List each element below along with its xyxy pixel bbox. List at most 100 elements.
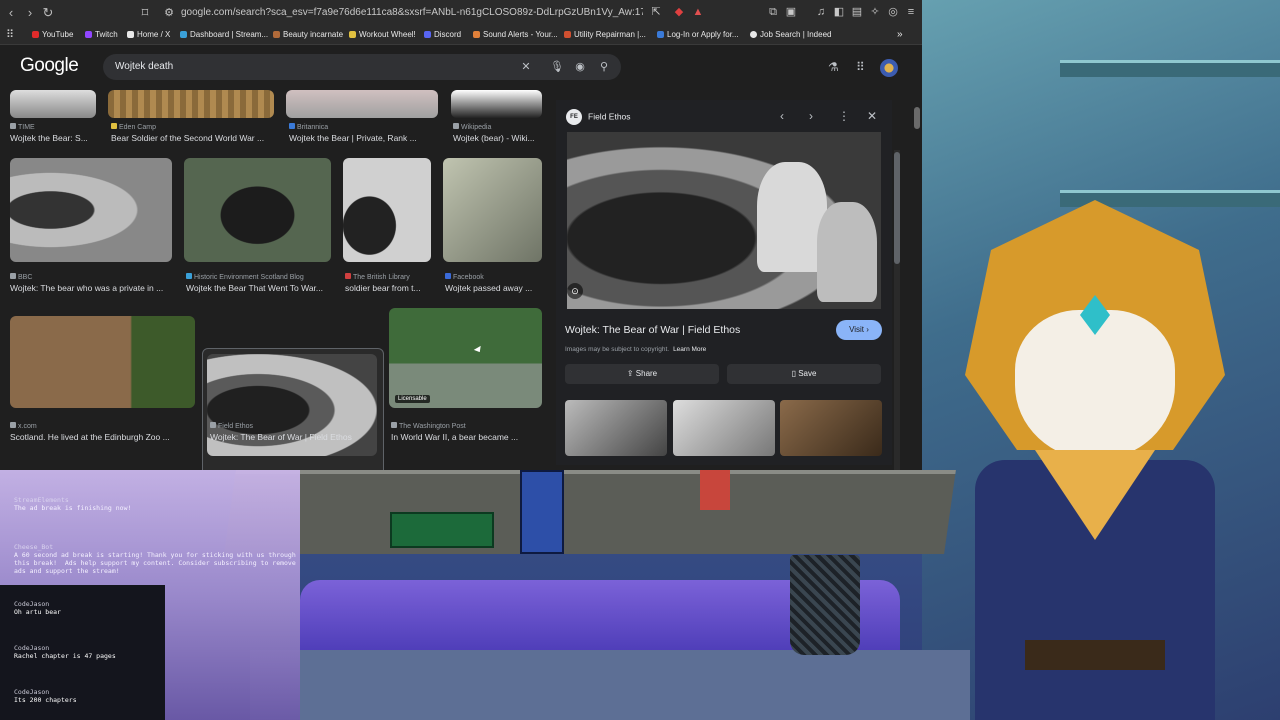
result-title[interactable]: Wojtek the Bear That Went To War... bbox=[186, 283, 334, 293]
result-photo bbox=[184, 158, 331, 262]
avatar[interactable] bbox=[880, 59, 898, 77]
result-title[interactable]: Wojtek: The bear who was a private in ..… bbox=[10, 283, 175, 293]
preview-title[interactable]: Wojtek: The Bear of War | Field Ethos bbox=[565, 324, 740, 336]
bookmark-icon: ▯ bbox=[791, 369, 796, 378]
robot-figure bbox=[520, 470, 564, 554]
search-box[interactable]: Wojtek death ✕ 🎙 ◉ ⚲ bbox=[103, 54, 621, 80]
music-icon[interactable]: ♫ bbox=[815, 6, 827, 18]
back-arrow-icon[interactable]: ‹ bbox=[3, 5, 19, 21]
chat-text: Its 200 chapters bbox=[14, 696, 77, 704]
result-title[interactable]: soldier bear from t... bbox=[345, 283, 435, 293]
image-result[interactable] bbox=[10, 90, 96, 118]
paw-icon bbox=[273, 31, 280, 38]
bookmark-beauty[interactable]: Beauty incarnate bbox=[273, 28, 343, 42]
google-logo[interactable]: Google bbox=[20, 55, 79, 77]
vpn-icon[interactable]: ◎ bbox=[887, 6, 899, 18]
bookmark-twitch[interactable]: Twitch bbox=[85, 28, 118, 42]
bookmark-discord[interactable]: Discord bbox=[424, 28, 461, 42]
rewards-icon[interactable]: ▲ bbox=[692, 6, 704, 18]
result-title[interactable]: Bear Soldier of the Second World War ... bbox=[111, 133, 276, 143]
result-photo bbox=[443, 158, 542, 262]
star-icon[interactable]: ✧ bbox=[869, 6, 881, 18]
result-title[interactable]: Wojtek: The Bear of War | Field Ethos bbox=[210, 432, 380, 442]
more-options-icon[interactable]: ⋮ bbox=[838, 110, 850, 122]
wallet-icon[interactable]: ▣ bbox=[785, 6, 797, 18]
sidebar-icon[interactable]: ◧ bbox=[833, 6, 845, 18]
url-field[interactable]: google.com/search?sca_esv=f7a9e76d6e111c… bbox=[181, 4, 643, 22]
result-title[interactable]: Scotland. He lived at the Edinburgh Zoo … bbox=[10, 432, 190, 442]
brave-shield-icon[interactable]: ◆ bbox=[673, 6, 685, 18]
search-input[interactable]: Wojtek death bbox=[115, 54, 173, 80]
image-result[interactable] bbox=[343, 158, 431, 262]
bookmark-label: YouTube bbox=[42, 30, 74, 39]
result-title[interactable]: In World War II, a bear became ... bbox=[391, 432, 543, 442]
related-image[interactable] bbox=[780, 400, 882, 456]
save-button[interactable]: ▯ Save bbox=[727, 364, 881, 384]
previous-icon[interactable]: ‹ bbox=[780, 110, 784, 122]
image-result[interactable]: Licensable bbox=[389, 308, 542, 408]
source-label: x.com bbox=[18, 423, 37, 430]
close-icon[interactable]: ✕ bbox=[867, 110, 877, 122]
bookmark-x[interactable]: Home / X bbox=[127, 28, 170, 42]
bookmark-dashboard[interactable]: Dashboard | Stream... bbox=[180, 28, 268, 42]
image-result[interactable] bbox=[10, 158, 172, 262]
preview-image[interactable] bbox=[567, 132, 881, 309]
image-result[interactable] bbox=[443, 158, 542, 262]
extension-icon[interactable]: ⧉ bbox=[767, 6, 779, 18]
lens-search-icon[interactable]: ⊙ bbox=[567, 283, 583, 299]
apps-grid-icon[interactable]: ⠿ bbox=[4, 29, 16, 41]
next-icon[interactable]: › bbox=[809, 110, 813, 122]
flask-icon[interactable]: ⚗ bbox=[828, 61, 839, 73]
bookmark-label: Utility Repairman |... bbox=[574, 30, 646, 39]
close-icon[interactable]: ✕ bbox=[520, 61, 532, 73]
image-result[interactable] bbox=[184, 158, 331, 262]
camera-lens-icon[interactable]: ◉ bbox=[574, 61, 586, 73]
source-label: Wikipedia bbox=[461, 124, 492, 131]
visit-button[interactable]: Visit › bbox=[836, 320, 882, 340]
site-favicon bbox=[210, 422, 216, 428]
bookmark-utility[interactable]: Utility Repairman |... bbox=[564, 28, 646, 42]
related-image[interactable] bbox=[673, 400, 775, 456]
bookmark-login[interactable]: Log-In or Apply for... bbox=[657, 28, 739, 42]
scrollbar-thumb[interactable] bbox=[894, 152, 900, 264]
microphone-icon[interactable]: 🎙 bbox=[550, 61, 564, 73]
source-label: Field Ethos bbox=[218, 423, 254, 430]
search-icon[interactable]: ⚲ bbox=[598, 61, 610, 73]
bookmark-label: Job Search | Indeed bbox=[760, 30, 832, 39]
share-button[interactable]: ⇪ Share bbox=[565, 364, 719, 384]
reload-icon[interactable]: ↻ bbox=[40, 5, 56, 21]
bookmark-icon[interactable]: ⌑ bbox=[137, 5, 153, 21]
chat-message: CodeJason Oh artu bear bbox=[14, 600, 61, 616]
grid-icon[interactable]: ⠿ bbox=[856, 61, 865, 73]
image-result[interactable] bbox=[451, 90, 542, 118]
menu-icon[interactable]: ≡ bbox=[905, 6, 917, 18]
browser-window: ‹ › ↻ ⌑ ⚙ google.com/search?sca_esv=f7a9… bbox=[0, 0, 922, 470]
chat-username: CodeJason bbox=[14, 688, 50, 696]
panel-scrollbar[interactable] bbox=[894, 150, 900, 470]
window-icon[interactable]: ▤ bbox=[851, 6, 863, 18]
related-image[interactable] bbox=[565, 400, 667, 456]
learn-more-link[interactable]: Learn More bbox=[673, 346, 706, 353]
result-source: The Washington Post bbox=[391, 422, 466, 430]
panel-source[interactable]: FE Field Ethos bbox=[566, 109, 631, 125]
forward-arrow-icon[interactable]: › bbox=[22, 5, 38, 21]
image-result[interactable] bbox=[286, 90, 438, 118]
result-title[interactable]: Wojtek the Bear: S... bbox=[10, 133, 100, 143]
result-title[interactable]: Wojtek the Bear | Private, Rank ... bbox=[289, 133, 439, 143]
result-title[interactable]: Wojtek passed away ... bbox=[445, 283, 545, 293]
bookmark-indeed[interactable]: Job Search | Indeed bbox=[750, 28, 831, 42]
result-title[interactable]: Wojtek (bear) - Wiki... bbox=[453, 133, 545, 143]
site-info-icon[interactable]: ⚙ bbox=[163, 7, 175, 19]
site-favicon bbox=[345, 273, 351, 279]
more-bookmarks-icon[interactable]: » bbox=[897, 28, 903, 42]
external-link-icon[interactable]: ⇱ bbox=[650, 6, 662, 18]
page-scrollbar[interactable] bbox=[914, 107, 920, 129]
image-result[interactable] bbox=[108, 90, 274, 118]
bookmark-label: Twitch bbox=[95, 30, 118, 39]
bookmark-workout[interactable]: Workout Wheel! bbox=[349, 28, 416, 42]
result-source: TIME bbox=[10, 123, 35, 131]
licensable-badge: Licensable bbox=[395, 395, 430, 403]
bookmark-sound-alerts[interactable]: Sound Alerts - Your... bbox=[473, 28, 558, 42]
bookmark-youtube[interactable]: YouTube bbox=[32, 28, 73, 42]
image-result[interactable] bbox=[10, 316, 195, 408]
